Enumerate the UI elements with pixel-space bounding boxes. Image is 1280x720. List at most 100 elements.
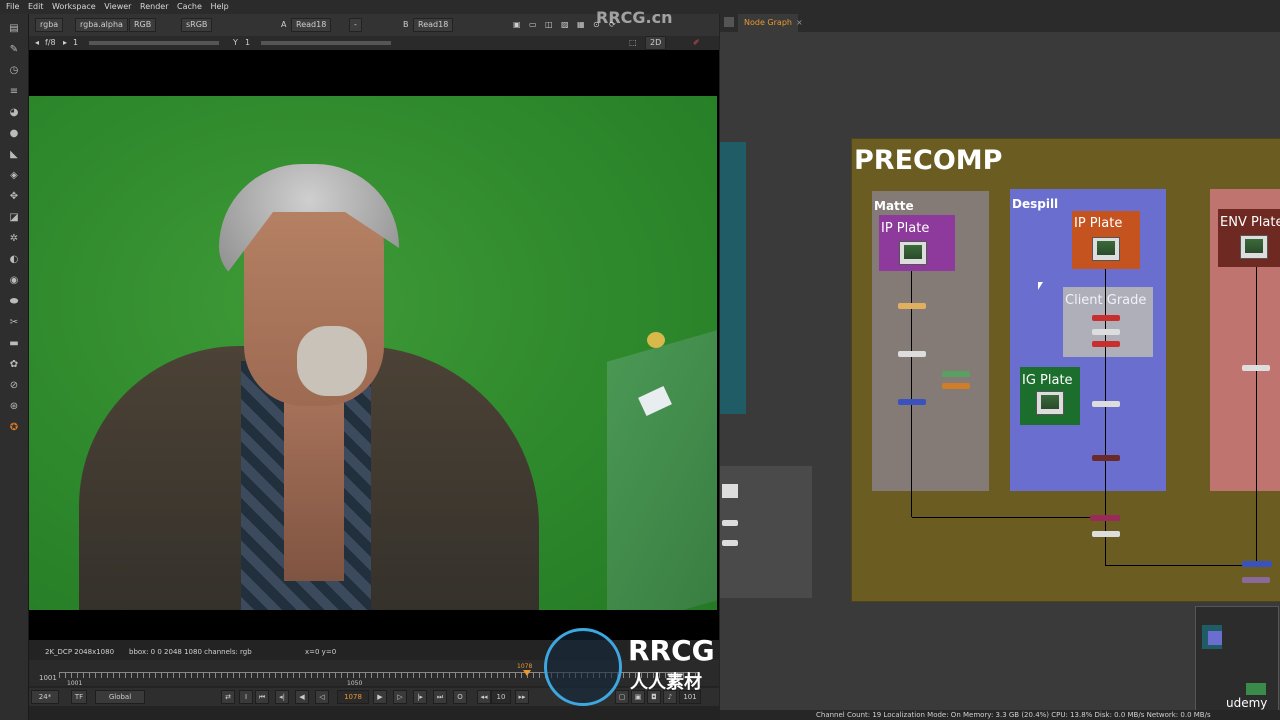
roi-icon[interactable]: ▣ xyxy=(513,14,521,36)
matte-merge-node[interactable] xyxy=(898,399,926,405)
menu-cache[interactable]: Cache xyxy=(177,0,202,14)
gain-arrow-icon[interactable]: ◂ xyxy=(35,36,39,50)
menu-edit[interactable]: Edit xyxy=(28,0,44,14)
input-a-dropdown[interactable]: Read18 xyxy=(291,18,332,32)
color-icon[interactable]: ◕ xyxy=(7,106,21,120)
channels-dropdown[interactable]: rgba xyxy=(35,18,64,32)
tf-dropdown[interactable]: TF xyxy=(71,690,87,704)
despill-node[interactable] xyxy=(1092,401,1120,407)
input-b-dropdown[interactable]: Read18 xyxy=(413,18,454,32)
gain-value[interactable]: 1 xyxy=(73,36,78,50)
gain-arrow-right-icon[interactable]: ▸ xyxy=(63,36,67,50)
mask-icon[interactable]: ▨ xyxy=(561,14,569,36)
precomp-backdrop[interactable]: PRECOMP Matte Despill IP Plate IP Plate … xyxy=(851,138,1280,602)
ig-plate-backdrop[interactable]: IG Plate xyxy=(1020,367,1080,425)
grade-node-3[interactable] xyxy=(1092,341,1120,347)
deep-icon[interactable]: ◐ xyxy=(7,253,21,267)
precomp-merge-node[interactable] xyxy=(1090,515,1120,521)
matte-read-node[interactable] xyxy=(899,241,927,265)
step-field[interactable]: 10 xyxy=(491,690,511,704)
overlay-icon[interactable]: ▦ xyxy=(577,14,585,36)
scope-dropdown[interactable]: Global xyxy=(95,690,145,704)
env-output-node[interactable] xyxy=(1242,577,1270,583)
step-back-icon[interactable]: ◂◂ xyxy=(477,690,491,704)
gamma-value[interactable]: 1 xyxy=(245,36,250,50)
ig-read-node[interactable] xyxy=(1036,391,1064,415)
furnace-icon[interactable]: ✿ xyxy=(7,358,21,372)
first-frame-icon[interactable]: ⏮ xyxy=(255,690,269,704)
play-icon[interactable]: ▶ xyxy=(373,690,387,704)
merge-icon[interactable]: ◈ xyxy=(7,169,21,183)
menu-file[interactable]: File xyxy=(6,0,19,14)
matte-node-1[interactable] xyxy=(898,303,926,309)
paint-icon[interactable]: ✎ xyxy=(7,43,21,57)
filter-icon[interactable]: ● xyxy=(7,127,21,141)
out-point-icon[interactable]: O xyxy=(453,690,467,704)
display-mode-dropdown[interactable]: RGB xyxy=(129,18,157,32)
menu-workspace[interactable]: Workspace xyxy=(52,0,96,14)
node-small-2[interactable] xyxy=(722,540,738,546)
particles-icon[interactable]: ✲ xyxy=(7,232,21,246)
matte-ip-plate-backdrop[interactable]: IP Plate xyxy=(879,215,955,271)
fps-dropdown[interactable]: 24* xyxy=(31,690,59,704)
time-icon[interactable]: ◷ xyxy=(7,64,21,78)
current-frame-field[interactable]: 1078 xyxy=(337,690,369,704)
in-point-icon[interactable]: I xyxy=(239,690,253,704)
compare-op-dropdown[interactable]: - xyxy=(349,18,362,32)
read-node-thumb[interactable] xyxy=(722,484,738,498)
precomp-dot-node[interactable] xyxy=(1092,531,1120,537)
colorspace-dropdown[interactable]: sRGB xyxy=(181,18,213,32)
grade-node-1[interactable] xyxy=(1092,315,1120,321)
tab-node-graph[interactable]: Node Graph xyxy=(738,14,798,32)
env-merge-node[interactable] xyxy=(1242,561,1272,567)
next-frame-icon[interactable]: ▷ xyxy=(393,690,407,704)
viewer-canvas[interactable] xyxy=(29,50,719,640)
toolsets-icon[interactable]: ✂ xyxy=(7,316,21,330)
step-forward-icon[interactable]: ▸▸ xyxy=(515,690,529,704)
color-picker-icon[interactable]: ✐ xyxy=(693,36,700,50)
ofx-icon[interactable]: ⊘ xyxy=(7,379,21,393)
viewer-icon[interactable]: ▤ xyxy=(7,22,21,36)
menu-help[interactable]: Help xyxy=(210,0,228,14)
other-icon[interactable]: ▬ xyxy=(7,337,21,351)
metadata-icon[interactable]: ⬬ xyxy=(7,295,21,309)
matte-roto-node[interactable] xyxy=(942,383,970,389)
alpha-dropdown[interactable]: rgba.alpha xyxy=(75,18,128,32)
playhead-icon[interactable] xyxy=(523,670,531,676)
transform-icon[interactable]: ✥ xyxy=(7,190,21,204)
view-mode-dropdown[interactable]: 2D xyxy=(645,36,667,50)
proxy-icon[interactable]: ▭ xyxy=(529,14,537,36)
env-read-node[interactable] xyxy=(1240,235,1268,259)
pane-menu-icon[interactable] xyxy=(724,17,734,27)
matte-node-2[interactable] xyxy=(898,351,926,357)
env-plate-backdrop[interactable]: ENV Plate xyxy=(1218,209,1280,267)
cache-icon[interactable]: ▢ xyxy=(615,690,629,704)
despill-merge-node[interactable] xyxy=(1092,455,1120,461)
last-frame-icon[interactable]: ⏭ xyxy=(433,690,447,704)
env-node[interactable] xyxy=(1242,365,1270,371)
node-small[interactable] xyxy=(722,520,738,526)
grade-node-2[interactable] xyxy=(1092,329,1120,335)
bounce-icon[interactable]: ⇄ xyxy=(221,690,235,704)
views-icon[interactable]: ◉ xyxy=(7,274,21,288)
prev-keyframe-icon[interactable]: ◂| xyxy=(275,690,289,704)
despill-ip-plate-backdrop[interactable]: IP Plate xyxy=(1072,211,1140,269)
gamma-slider[interactable] xyxy=(261,41,391,45)
play-back-icon[interactable]: ◁ xyxy=(315,690,329,704)
close-tab-icon[interactable]: × xyxy=(796,14,803,32)
teal-backdrop[interactable] xyxy=(720,142,746,414)
3d-icon[interactable]: ◪ xyxy=(7,211,21,225)
lock-icon[interactable]: ◫ xyxy=(545,14,553,36)
menu-render[interactable]: Render xyxy=(140,0,168,14)
custom-icon[interactable]: ✪ xyxy=(7,421,21,435)
matte-keyer-node[interactable] xyxy=(942,371,970,377)
gain-slider[interactable] xyxy=(89,41,219,45)
frame-icon[interactable]: ⬚ xyxy=(629,36,637,50)
keyer-icon[interactable]: ◣ xyxy=(7,148,21,162)
next-keyframe-icon[interactable]: |▸ xyxy=(413,690,427,704)
prev-frame-icon[interactable]: ◀ xyxy=(295,690,309,704)
despill-read-node[interactable] xyxy=(1092,237,1120,261)
channel-icon[interactable]: ≡ xyxy=(7,85,21,99)
gizmo-icon[interactable]: ⊛ xyxy=(7,400,21,414)
menu-viewer[interactable]: Viewer xyxy=(104,0,131,14)
